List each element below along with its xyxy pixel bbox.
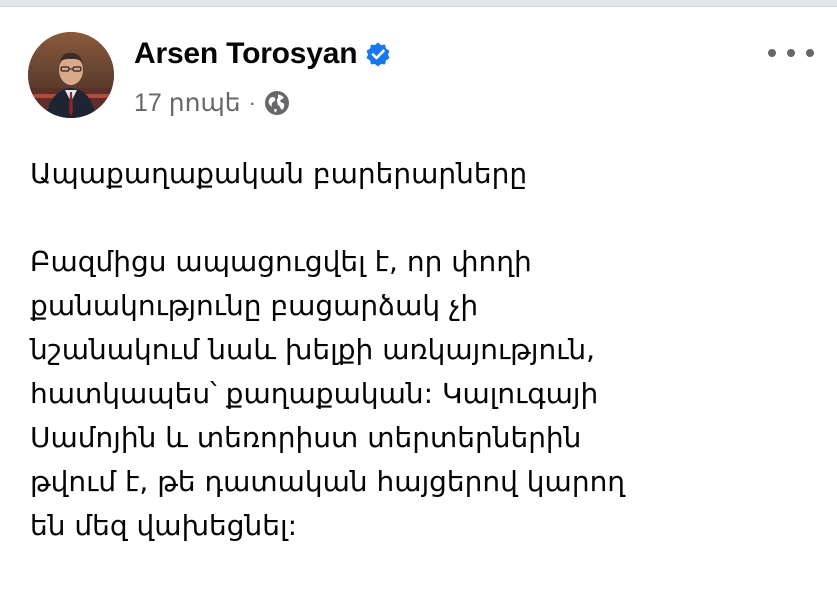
more-options-icon bbox=[768, 49, 776, 57]
globe-icon bbox=[264, 90, 290, 116]
meta-separator: · bbox=[248, 90, 256, 115]
verified-badge-icon bbox=[365, 41, 391, 67]
post-timestamp[interactable]: 17 րոպե bbox=[134, 88, 241, 118]
more-options-dot bbox=[806, 49, 814, 57]
post-text-line: քանակությունը բացարձակ չի bbox=[30, 289, 479, 322]
post-meta: 17 րոպե · bbox=[134, 88, 290, 118]
post-text-line: նշանակում նաև խելքի առկայություն, bbox=[30, 333, 596, 366]
post-text-line: հատկապես՝ քաղաքական: Կալուգայի bbox=[30, 377, 599, 410]
more-options-dot bbox=[787, 49, 795, 57]
author-name[interactable]: Arsen Torosyan bbox=[134, 37, 358, 71]
top-divider bbox=[0, 0, 837, 7]
post-header: Arsen Torosyan 17 րոպե · bbox=[28, 28, 818, 128]
avatar-photo bbox=[28, 32, 114, 118]
post-text-line: Սամոյին և տեռորիստ տերտերներին bbox=[30, 421, 582, 454]
author-avatar[interactable] bbox=[28, 32, 114, 118]
post-body: Ապաքաղաքական բարերարները Բազմիցս ապացուց… bbox=[30, 152, 820, 548]
author-line: Arsen Torosyan bbox=[134, 36, 391, 72]
post-text-line: Բազմիցս ապացուցվել է, որ փողի bbox=[30, 245, 532, 278]
post-text-line: են մեզ վախեցնել: bbox=[30, 509, 298, 542]
more-options-button[interactable] bbox=[768, 38, 814, 68]
post-text-line: թվում է, թե դատական հայցերով կարող bbox=[30, 465, 626, 498]
bottom-fade bbox=[0, 589, 837, 603]
post-title: Ապաքաղաքական բարերարները bbox=[30, 157, 528, 190]
